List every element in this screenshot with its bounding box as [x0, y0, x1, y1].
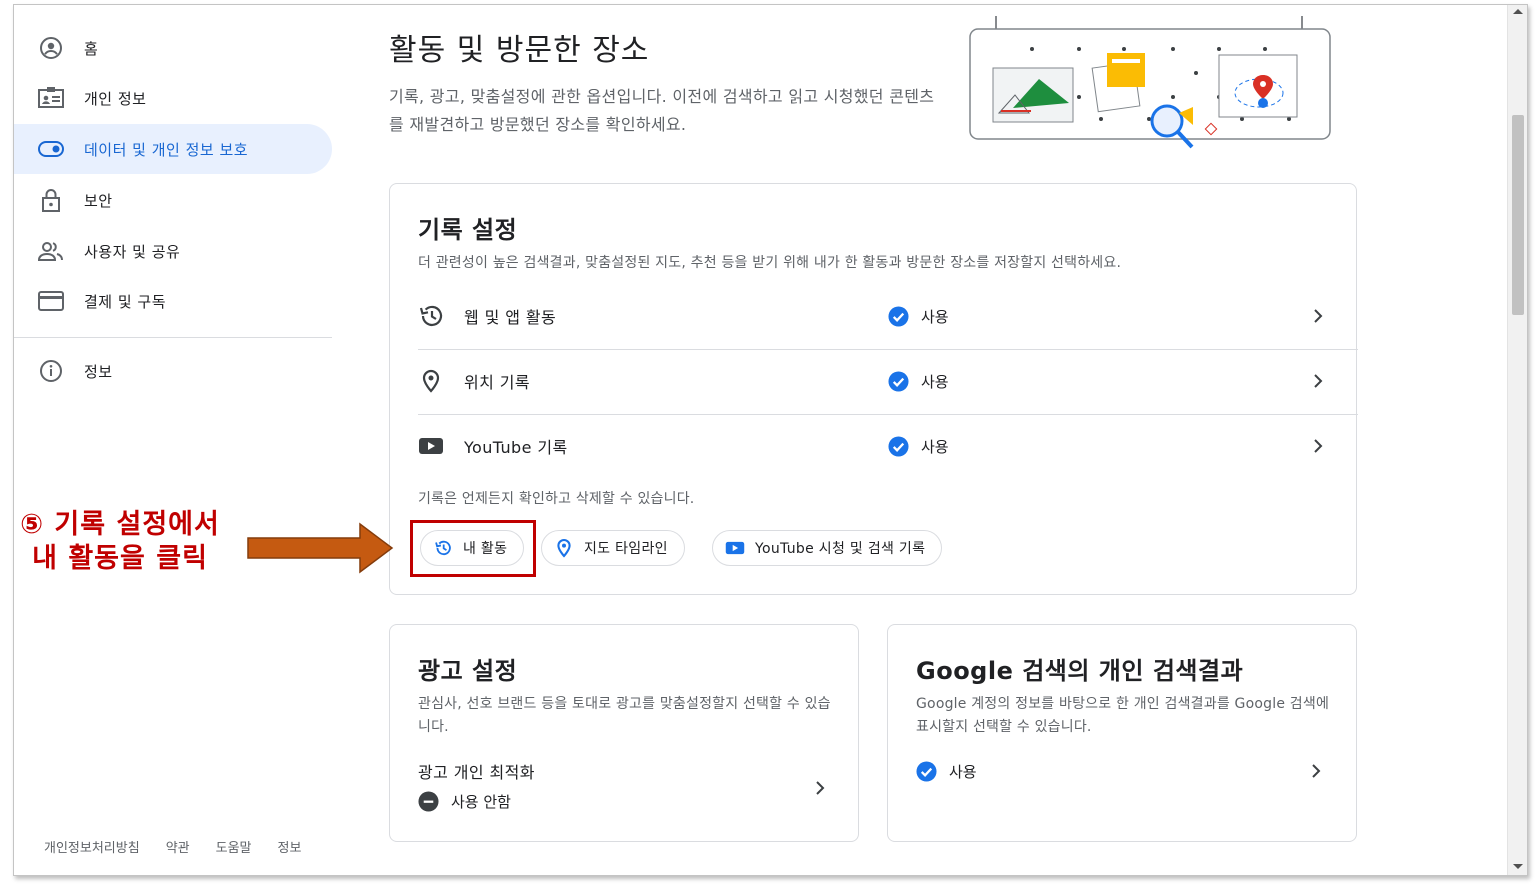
activity-illustration — [969, 16, 1331, 149]
people-icon — [38, 239, 64, 263]
sidebar-item-people-sharing[interactable]: 사용자 및 공유 — [14, 226, 332, 276]
chevron-right-icon — [1312, 764, 1321, 778]
chevron-right-icon — [1314, 309, 1323, 323]
card-title: Google 검색의 개인 검색결과 — [916, 657, 1244, 685]
location-pin-icon — [418, 368, 444, 394]
annotation-line-2: 내 활동을 클릭 — [32, 543, 208, 574]
scroll-up-arrow-icon[interactable] — [1513, 9, 1523, 14]
row-youtube-history[interactable]: YouTube 기록 사용 — [418, 414, 1358, 478]
footer-link-help[interactable]: 도움말 — [216, 837, 252, 856]
lock-icon — [38, 188, 64, 212]
sidebar-item-label: 보안 — [84, 191, 113, 210]
chevron-right-icon — [816, 781, 825, 795]
check-circle-icon — [916, 760, 937, 782]
sidebar-item-personal-info[interactable]: 개인 정보 — [14, 73, 332, 123]
personal-results-card: Google 검색의 개인 검색결과 Google 계정의 정보를 바탕으로 한… — [887, 624, 1357, 842]
annotation-text: ⑤ 기록 설정에서 내 활동을 클릭 — [0, 508, 240, 576]
info-icon — [38, 359, 64, 383]
row-label: 웹 및 앱 활동 — [464, 308, 557, 327]
sidebar-item-label: 홈 — [84, 39, 99, 58]
status-text: 사용 — [921, 372, 949, 391]
sidebar-item-home[interactable]: 홈 — [14, 23, 332, 73]
sidebar-item-about[interactable]: 정보 — [14, 346, 332, 396]
sidebar-item-payments[interactable]: 결제 및 구독 — [14, 276, 332, 326]
row-label: 위치 기록 — [464, 373, 530, 392]
youtube-icon — [725, 538, 745, 558]
scrollbar-thumb[interactable] — [1512, 115, 1524, 315]
row-web-app-activity[interactable]: 웹 및 앱 활동 사용 — [418, 284, 1358, 348]
chevron-right-icon — [1314, 439, 1323, 453]
vertical-scrollbar[interactable] — [1507, 5, 1527, 875]
row-label: YouTube 기록 — [464, 438, 568, 457]
annotation-highlight-box — [410, 520, 536, 577]
account-circle-icon — [38, 36, 64, 60]
minus-circle-icon — [418, 791, 439, 812]
card-title: 광고 설정 — [418, 657, 518, 685]
status: 사용 — [916, 760, 977, 782]
chevron-right-icon — [1314, 374, 1323, 388]
sidebar-divider — [14, 337, 332, 338]
card-title: 기록 설정 — [418, 216, 518, 244]
sidebar-item-label: 사용자 및 공유 — [84, 242, 181, 261]
footer-links: 개인정보처리방침 약관 도움말 정보 — [44, 837, 301, 856]
card-subtitle: 더 관련성이 높은 검색결과, 맞춤설정된 지도, 추천 등을 받기 위해 내가… — [418, 255, 1122, 271]
browser-window: 홈 개인 정보 데이터 및 개인 정보 보호 보안 사용자 및 공유 결제 및 … — [13, 4, 1528, 876]
history-icon — [418, 303, 444, 329]
status: 사용 안함 — [418, 791, 511, 812]
chip-maps-timeline[interactable]: 지도 타임라인 — [541, 530, 685, 566]
page-title: 활동 및 방문한 장소 — [389, 33, 650, 68]
status: 사용 — [888, 305, 949, 327]
page-description: 기록, 광고, 맞춤설정에 관한 옵션입니다. 이전에 검색하고 읽고 시청했던… — [389, 87, 935, 134]
status-text: 사용 안함 — [451, 793, 511, 811]
sidebar-item-data-privacy[interactable]: 데이터 및 개인 정보 보호 — [14, 124, 332, 174]
footer-link-terms[interactable]: 약관 — [166, 837, 190, 856]
youtube-icon — [418, 433, 444, 459]
ad-settings-card: 광고 설정 관심사, 선호 브랜드 등을 토대로 광고를 맞춤설정할지 선택할 … — [389, 624, 859, 842]
id-card-icon — [38, 86, 64, 110]
scroll-down-arrow-icon[interactable] — [1513, 864, 1523, 869]
sidebar: 홈 개인 정보 데이터 및 개인 정보 보호 보안 사용자 및 공유 결제 및 … — [14, 5, 346, 875]
status: 사용 — [888, 435, 949, 457]
row-location-history[interactable]: 위치 기록 사용 — [418, 349, 1358, 413]
toggle-icon — [38, 137, 64, 161]
sidebar-item-label: 데이터 및 개인 정보 보호 — [84, 140, 249, 159]
sidebar-item-security[interactable]: 보안 — [14, 175, 332, 225]
card-subtitle: 관심사, 선호 브랜드 등을 토대로 광고를 맞춤설정할지 선택할 수 있습니다… — [418, 696, 831, 735]
row-ad-personalization[interactable]: 광고 개인 최적화 사용 안함 — [418, 753, 838, 823]
credit-card-icon — [38, 289, 64, 313]
sidebar-item-label: 개인 정보 — [84, 89, 147, 108]
chip-label: 지도 타임라인 — [584, 541, 668, 557]
status-text: 사용 — [921, 437, 949, 456]
check-circle-icon — [888, 370, 909, 392]
annotation-line-1: ⑤ 기록 설정에서 — [20, 509, 220, 540]
row-personal-results[interactable]: 사용 — [916, 739, 1336, 803]
status-text: 사용 — [949, 762, 977, 781]
check-circle-icon — [888, 435, 909, 457]
card-subtitle: Google 계정의 정보를 바탕으로 한 개인 검색결과를 Google 검색… — [916, 696, 1330, 735]
annotation-arrow — [247, 522, 394, 574]
row-label: 광고 개인 최적화 — [418, 763, 535, 782]
history-note: 기록은 언제든지 확인하고 삭제할 수 있습니다. — [418, 491, 695, 507]
chip-label: YouTube 시청 및 검색 기록 — [755, 541, 926, 557]
sidebar-item-label: 결제 및 구독 — [84, 292, 167, 311]
check-circle-icon — [888, 305, 909, 327]
sidebar-item-label: 정보 — [84, 362, 113, 381]
chip-youtube-history[interactable]: YouTube 시청 및 검색 기록 — [712, 530, 943, 566]
status: 사용 — [888, 370, 949, 392]
location-pin-icon — [554, 538, 574, 558]
footer-link-about[interactable]: 정보 — [278, 837, 302, 856]
footer-link-privacy[interactable]: 개인정보처리방침 — [44, 837, 140, 856]
status-text: 사용 — [921, 307, 949, 326]
